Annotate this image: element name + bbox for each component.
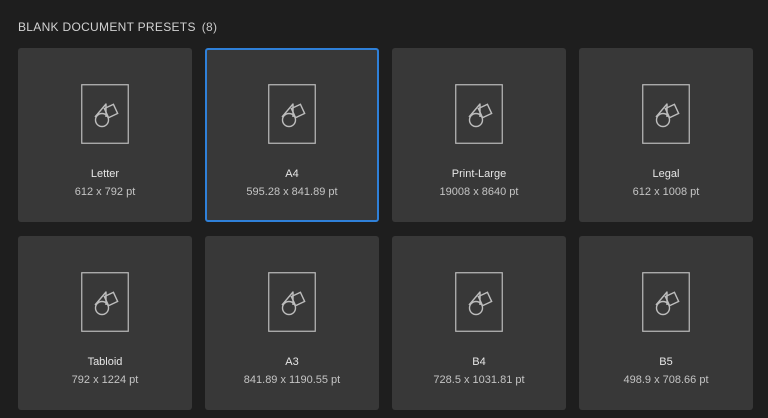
preset-name: A3 — [285, 356, 299, 368]
new-document-dialog: BLANK DOCUMENT PRESETS (8) Letter 612 x … — [0, 0, 768, 418]
preset-name: Legal — [652, 168, 680, 180]
presets-header: BLANK DOCUMENT PRESETS (8) — [18, 18, 217, 36]
preset-size: 612 x 1008 pt — [632, 186, 700, 198]
document-preset-icon — [642, 272, 690, 332]
preset-name: B5 — [659, 356, 673, 368]
preset-size: 792 x 1224 pt — [71, 374, 139, 386]
preset-card-print-large[interactable]: Print-Large 19008 x 8640 pt — [392, 48, 566, 222]
preset-size: 841.89 x 1190.55 pt — [243, 374, 341, 386]
preset-name: Print-Large — [451, 168, 507, 180]
document-preset-icon — [268, 272, 316, 332]
document-preset-icon — [455, 272, 503, 332]
preset-size: 19008 x 8640 pt — [439, 186, 519, 198]
presets-title: BLANK DOCUMENT PRESETS — [18, 20, 196, 34]
document-preset-icon — [81, 272, 129, 332]
preset-size: 595.28 x 841.89 pt — [246, 186, 338, 198]
preset-card-a4[interactable]: A4 595.28 x 841.89 pt — [205, 48, 379, 222]
presets-count: (8) — [201, 20, 218, 34]
document-preset-icon — [455, 84, 503, 144]
preset-card-b5[interactable]: B5 498.9 x 708.66 pt — [579, 236, 753, 410]
preset-name: Letter — [90, 168, 120, 180]
document-preset-icon — [268, 84, 316, 144]
preset-card-legal[interactable]: Legal 612 x 1008 pt — [579, 48, 753, 222]
preset-card-b4[interactable]: B4 728.5 x 1031.81 pt — [392, 236, 566, 410]
preset-name: B4 — [472, 356, 486, 368]
preset-card-tabloid[interactable]: Tabloid 792 x 1224 pt — [18, 236, 192, 410]
presets-grid: Letter 612 x 792 pt A4 595.28 x 841.89 p… — [18, 48, 753, 410]
preset-card-a3[interactable]: A3 841.89 x 1190.55 pt — [205, 236, 379, 410]
preset-size: 612 x 792 pt — [74, 186, 136, 198]
preset-name: A4 — [285, 168, 299, 180]
preset-size: 728.5 x 1031.81 pt — [433, 374, 525, 386]
preset-card-letter[interactable]: Letter 612 x 792 pt — [18, 48, 192, 222]
preset-name: Tabloid — [87, 356, 123, 368]
preset-size: 498.9 x 708.66 pt — [623, 374, 709, 386]
document-preset-icon — [642, 84, 690, 144]
document-preset-icon — [81, 84, 129, 144]
